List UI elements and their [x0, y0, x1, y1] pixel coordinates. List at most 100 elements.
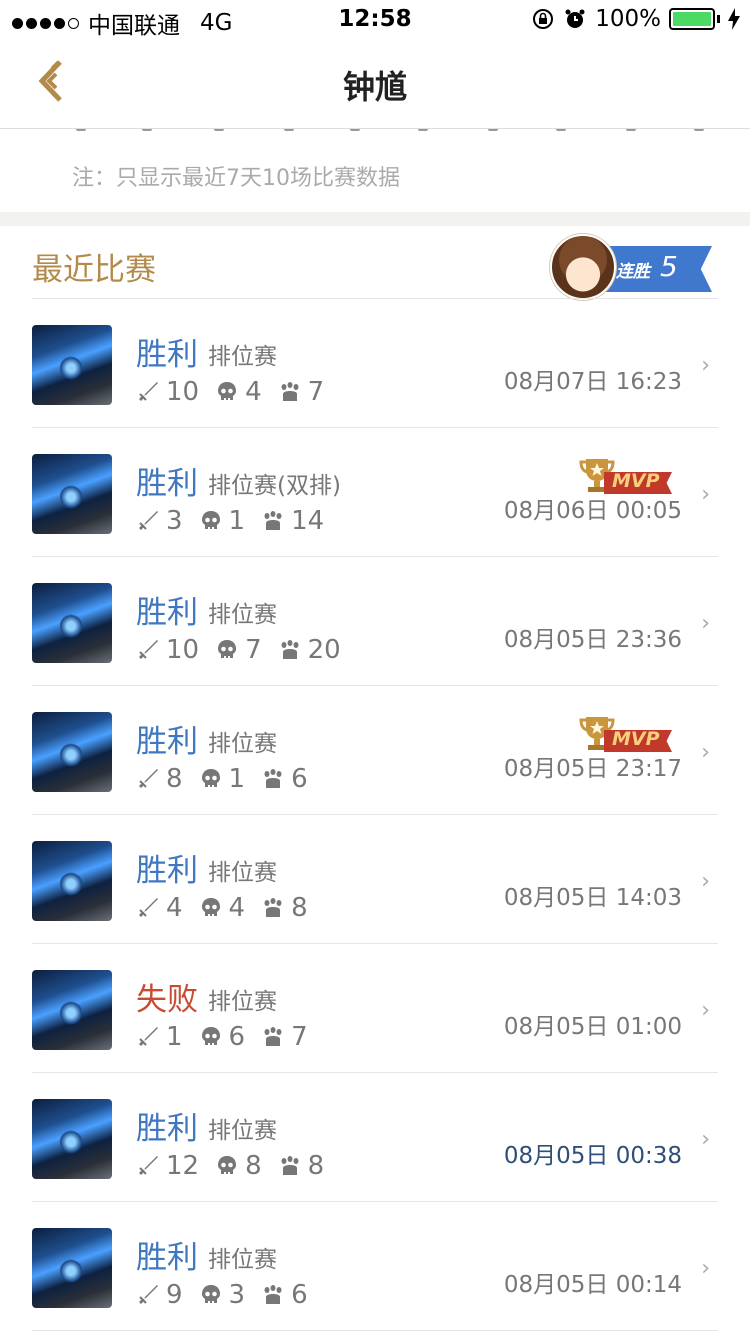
match-time: 08月05日 23:17: [503, 756, 682, 782]
mvp-badge: MVP: [578, 714, 674, 754]
kda-stats: 10 4 7: [136, 377, 340, 407]
match-result: 失败: [136, 982, 198, 1018]
match-row[interactable]: 胜利 排位赛(双排) 3 1 14 MVP 08月06日 00:05 ›: [32, 428, 718, 557]
kda-stats: 4 4 8: [136, 893, 324, 923]
hero-avatar: [32, 1228, 112, 1308]
assists-value: 20: [307, 635, 341, 665]
match-result: 胜利: [136, 595, 198, 631]
deaths-value: 3: [228, 1280, 246, 1310]
scrolled-content-edge: [0, 129, 750, 139]
match-time: 08月05日 00:14: [503, 1272, 682, 1298]
chevron-right-icon: ›: [701, 740, 710, 765]
rotation-lock-icon: [533, 9, 554, 29]
match-row[interactable]: 胜利 排位赛 9 3 6 08月05日 00:14 ›: [32, 1202, 718, 1331]
match-result: 胜利: [136, 724, 198, 760]
match-mode: 排位赛: [208, 344, 277, 370]
section-divider: [0, 212, 750, 226]
battery-tip: [717, 15, 720, 23]
chevron-right-icon: ›: [701, 482, 710, 507]
sword-icon: [136, 380, 160, 404]
streak-count: 5: [660, 250, 678, 283]
kills-value: 10: [166, 635, 200, 665]
match-row[interactable]: 胜利 排位赛 10 7 20 08月05日 23:36 ›: [32, 557, 718, 686]
kills-value: 12: [166, 1151, 200, 1181]
assists-value: 6: [291, 764, 308, 794]
kda-stats: 9 3 6: [136, 1280, 324, 1310]
chevron-right-icon: ›: [701, 1127, 710, 1152]
match-list: 胜利 排位赛 10 4 7 08月07日 16:23 › 胜利 排位赛(双排) …: [0, 299, 750, 1331]
kills-value: 3: [166, 506, 183, 536]
match-mode: 排位赛: [208, 731, 277, 757]
battery-percent: 100%: [595, 6, 661, 32]
skull-icon: [199, 767, 223, 791]
kda-stats: 1 6 7: [136, 1022, 324, 1052]
hero-avatar: [32, 841, 112, 921]
kda-stats: 12 8 8: [136, 1151, 340, 1181]
skull-icon: [215, 638, 239, 662]
deaths-value: 1: [228, 764, 246, 794]
sword-icon: [136, 767, 160, 791]
data-range-note: 注：只显示最近7天10场比赛数据: [72, 166, 400, 191]
deaths-value: 7: [245, 635, 262, 665]
recent-matches-title: 最近比赛: [32, 252, 156, 288]
paw-icon: [278, 1154, 302, 1178]
match-time: 08月05日 01:00: [503, 1014, 682, 1040]
deaths-value: 1: [228, 506, 246, 536]
charging-bolt-icon: [728, 8, 740, 30]
deaths-value: 8: [245, 1151, 262, 1181]
assists-value: 7: [291, 1022, 308, 1052]
mvp-label: MVP: [612, 470, 660, 492]
kills-value: 8: [166, 764, 183, 794]
match-row[interactable]: 失败 排位赛 1 6 7 08月05日 01:00 ›: [32, 944, 718, 1073]
kills-value: 9: [166, 1280, 183, 1310]
match-row[interactable]: 胜利 排位赛 12 8 8 08月05日 00:38 ›: [32, 1073, 718, 1202]
skull-icon: [199, 509, 223, 533]
hero-avatar: [32, 325, 112, 405]
status-right: 100%: [531, 6, 740, 32]
paw-icon: [261, 1283, 285, 1307]
status-bar: 中国联通 4G 12:58 100%: [0, 0, 750, 40]
match-time: 08月05日 23:36: [503, 627, 682, 653]
match-time: 08月06日 00:05: [503, 498, 682, 524]
match-time: 08月07日 16:23: [503, 369, 682, 395]
battery-icon: [669, 8, 715, 30]
paw-icon: [261, 509, 285, 533]
hero-avatar: [32, 454, 112, 534]
chevron-right-icon: ›: [701, 353, 710, 378]
skull-icon: [215, 380, 239, 404]
hero-avatar: [32, 970, 112, 1050]
paw-icon: [278, 638, 302, 662]
sword-icon: [136, 638, 160, 662]
nav-bar: 钟馗: [0, 40, 750, 129]
alarm-icon: [565, 9, 585, 28]
assists-value: 14: [291, 506, 325, 536]
match-mode: 排位赛: [208, 1118, 277, 1144]
match-mode: 排位赛: [208, 602, 277, 628]
kda-stats: 8 1 6: [136, 764, 324, 794]
assists-value: 7: [307, 377, 325, 407]
hero-avatar: [32, 1099, 112, 1179]
match-mode: 排位赛(双排): [208, 473, 341, 499]
skull-icon: [199, 896, 223, 920]
match-mode: 排位赛: [208, 1247, 277, 1273]
kills-value: 10: [166, 377, 200, 407]
hero-avatar: [32, 583, 112, 663]
match-row[interactable]: 胜利 排位赛 4 4 8 08月05日 14:03 ›: [32, 815, 718, 944]
paw-icon: [261, 767, 285, 791]
match-mode: 排位赛: [208, 860, 277, 886]
match-row[interactable]: 胜利 排位赛 8 1 6 MVP 08月05日 23:17 ›: [32, 686, 718, 815]
match-mode: 排位赛: [208, 989, 277, 1015]
hero-avatar: [32, 712, 112, 792]
streak-character-avatar: [550, 234, 616, 300]
paw-icon: [261, 896, 285, 920]
match-result: 胜利: [136, 1240, 198, 1276]
match-time: 08月05日 14:03: [503, 885, 682, 911]
chevron-right-icon: ›: [701, 1256, 710, 1281]
match-result: 胜利: [136, 853, 198, 889]
deaths-value: 4: [245, 377, 262, 407]
match-row[interactable]: 胜利 排位赛 10 4 7 08月07日 16:23 ›: [32, 299, 718, 428]
skull-icon: [199, 1283, 223, 1307]
kills-value: 1: [166, 1022, 183, 1052]
assists-value: 8: [291, 893, 308, 923]
sword-icon: [136, 896, 160, 920]
